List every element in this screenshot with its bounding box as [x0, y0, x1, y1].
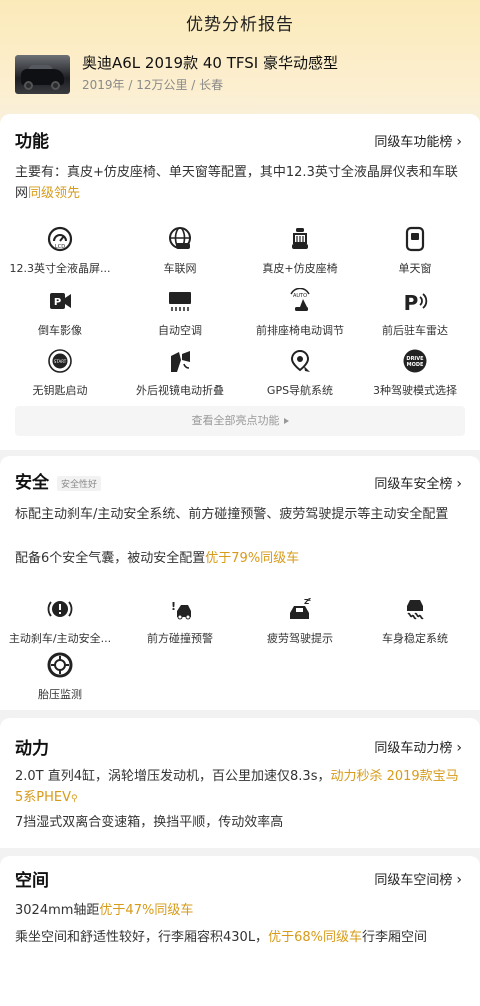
feature-auto-ac[interactable]: 自动空调 [120, 288, 240, 338]
function-title: 功能 [15, 132, 49, 152]
rear-camera-icon: P [50, 293, 71, 309]
tire-pressure-icon [47, 652, 73, 678]
stability-control-icon [407, 600, 424, 620]
function-highlight: 同级领先 [28, 186, 81, 201]
svg-text:P: P [54, 297, 61, 308]
feature-drive-mode[interactable]: DRIVE MODE 3种驾驶模式选择 [355, 348, 475, 398]
svg-text:!: ! [171, 600, 176, 613]
feature-parking-radar[interactable]: P 前后驻车雷达 [355, 288, 475, 338]
safety-description-1: 标配主动刹车/主动安全系统、前方碰撞预警、疲劳驾驶提示等主动安全配置 [15, 507, 449, 522]
page-title: 优势分析报告 [186, 15, 294, 35]
power-description-2: 7挡湿式双离合变速箱，换挡平顺，传动效率高 [15, 815, 284, 830]
feature-auto-brake[interactable]: 主动刹车/主动安全... [0, 596, 120, 646]
safety-highlight: 优于79%同级车 [205, 551, 300, 566]
safety-badge: 安全性好 [57, 475, 102, 491]
feature-collision-warning[interactable]: ! 前方碰撞预警 [120, 596, 240, 646]
feature-gps-navigation[interactable]: GPS导航系统 [240, 348, 360, 398]
sunroof-icon [405, 226, 425, 252]
connected-car-icon [169, 227, 191, 249]
safety-card: 安全 安全性好 同级车安全榜 › 标配主动刹车/主动安全系统、前方碰撞预警、疲劳驾驶… [0, 456, 480, 710]
power-rank-label: 同级车动力榜 [374, 741, 453, 756]
feature-connected-car[interactable]: 车联网 [120, 226, 240, 276]
triangle-right-icon [283, 418, 289, 424]
power-title: 动力 [15, 739, 49, 759]
safety-description-2: 配备6个安全气囊，被动安全配置优于79%同级车 [15, 551, 300, 566]
chevron-right-icon: › [456, 476, 462, 492]
space-highlight-2: 优于68%同级车 [268, 930, 362, 945]
power-description-1: 2.0T 直列4缸，涡轮增压发动机，百公里加速仅8.3s，动力秒杀 2019款宝… [15, 769, 459, 805]
space-rank-label: 同级车空间榜 [374, 873, 453, 888]
feature-leather-seat[interactable]: 真皮+仿皮座椅 [240, 226, 360, 276]
safety-title-row: 安全 安全性好 [15, 468, 102, 493]
svg-text:START: START [54, 359, 67, 364]
feature-sunroof[interactable]: 单天窗 [355, 226, 475, 276]
feature-stability-control[interactable]: 车身稳定系统 [355, 596, 475, 646]
drive-mode-icon: DRIVE MODE [403, 349, 427, 373]
lcd-gauge-icon: LCD [47, 226, 73, 252]
feature-power-fold-mirror[interactable]: 外后视镜电动折叠 [120, 348, 240, 398]
power-rank-link[interactable]: 同级车动力榜 › [374, 737, 462, 756]
auto-brake-icon [47, 601, 73, 617]
leather-seat-icon [292, 228, 308, 249]
space-title: 空间 [15, 871, 49, 891]
svg-text:MODE: MODE [407, 362, 424, 368]
space-description-1: 3024mm轴距优于47%同级车 [15, 903, 194, 918]
power-fold-mirror-icon [171, 351, 190, 372]
keyless-start-icon: START [48, 349, 72, 373]
feature-rear-camera[interactable]: P 倒车影像 [0, 288, 120, 338]
safety-title: 安全 [15, 473, 49, 493]
car-thumbnail[interactable] [15, 55, 70, 94]
space-rank-link[interactable]: 同级车空间榜 › [374, 869, 462, 888]
gps-navigation-icon [290, 349, 310, 372]
function-description: 主要有：真皮+仿皮座椅、单天窗等配置，其中12.3英寸全液晶屏仪表和车联网同级领… [15, 165, 458, 201]
space-description-2: 乘坐空间和舒适性较好，行李厢容积430L，优于68%同级车行李厢空间 [15, 930, 427, 945]
auto-ac-icon [169, 292, 191, 311]
feature-lcd-gauge[interactable]: LCD 12.3英寸全液晶屏... [0, 226, 120, 276]
svg-text:AUTO: AUTO [293, 293, 307, 299]
search-icon[interactable]: ⚲ [71, 794, 78, 804]
svg-text:P: P [404, 291, 419, 314]
function-rank-label: 同级车功能榜 [374, 135, 453, 150]
space-highlight-1: 优于47%同级车 [99, 903, 194, 918]
power-seat-icon: AUTO [290, 288, 310, 311]
feature-power-seat[interactable]: AUTO 前排座椅电动调节 [240, 288, 360, 338]
feature-fatigue-alert[interactable]: Z z 疲劳驾驶提示 [240, 596, 360, 646]
svg-text:LCD: LCD [55, 244, 65, 250]
chevron-right-icon: › [456, 134, 462, 150]
feature-keyless-start[interactable]: START 无钥匙启动 [0, 348, 120, 398]
collision-warning-icon: ! [171, 600, 191, 620]
power-card: 动力 同级车动力榜 › 2.0T 直列4缸，涡轮增压发动机，百公里加速仅8.3s，… [0, 718, 480, 848]
safety-rank-label: 同级车安全榜 [374, 477, 453, 492]
car-meta: 2019年 / 12万公里 / 长春 [82, 78, 224, 92]
car-name: 奥迪A6L 2019款 40 TFSI 豪华动感型 [82, 54, 338, 72]
function-rank-link[interactable]: 同级车功能榜 › [374, 131, 462, 150]
parking-radar-icon: P [404, 291, 428, 314]
function-card: 功能 同级车功能榜 › 主要有：真皮+仿皮座椅、单天窗等配置，其中12.3英寸全液… [0, 114, 480, 450]
fatigue-alert-icon: Z z [290, 597, 311, 619]
feature-tire-pressure[interactable]: 胎压监测 [0, 652, 120, 702]
safety-rank-link[interactable]: 同级车安全榜 › [374, 473, 462, 492]
space-card: 空间 同级车空间榜 › 3024mm轴距优于47%同级车 乘坐空间和舒适性较好，行… [0, 856, 480, 1006]
chevron-right-icon: › [456, 740, 462, 756]
chevron-right-icon: › [456, 872, 462, 888]
view-all-features-button[interactable]: 查看全部亮点功能 [15, 406, 465, 436]
svg-text:z: z [308, 597, 311, 603]
